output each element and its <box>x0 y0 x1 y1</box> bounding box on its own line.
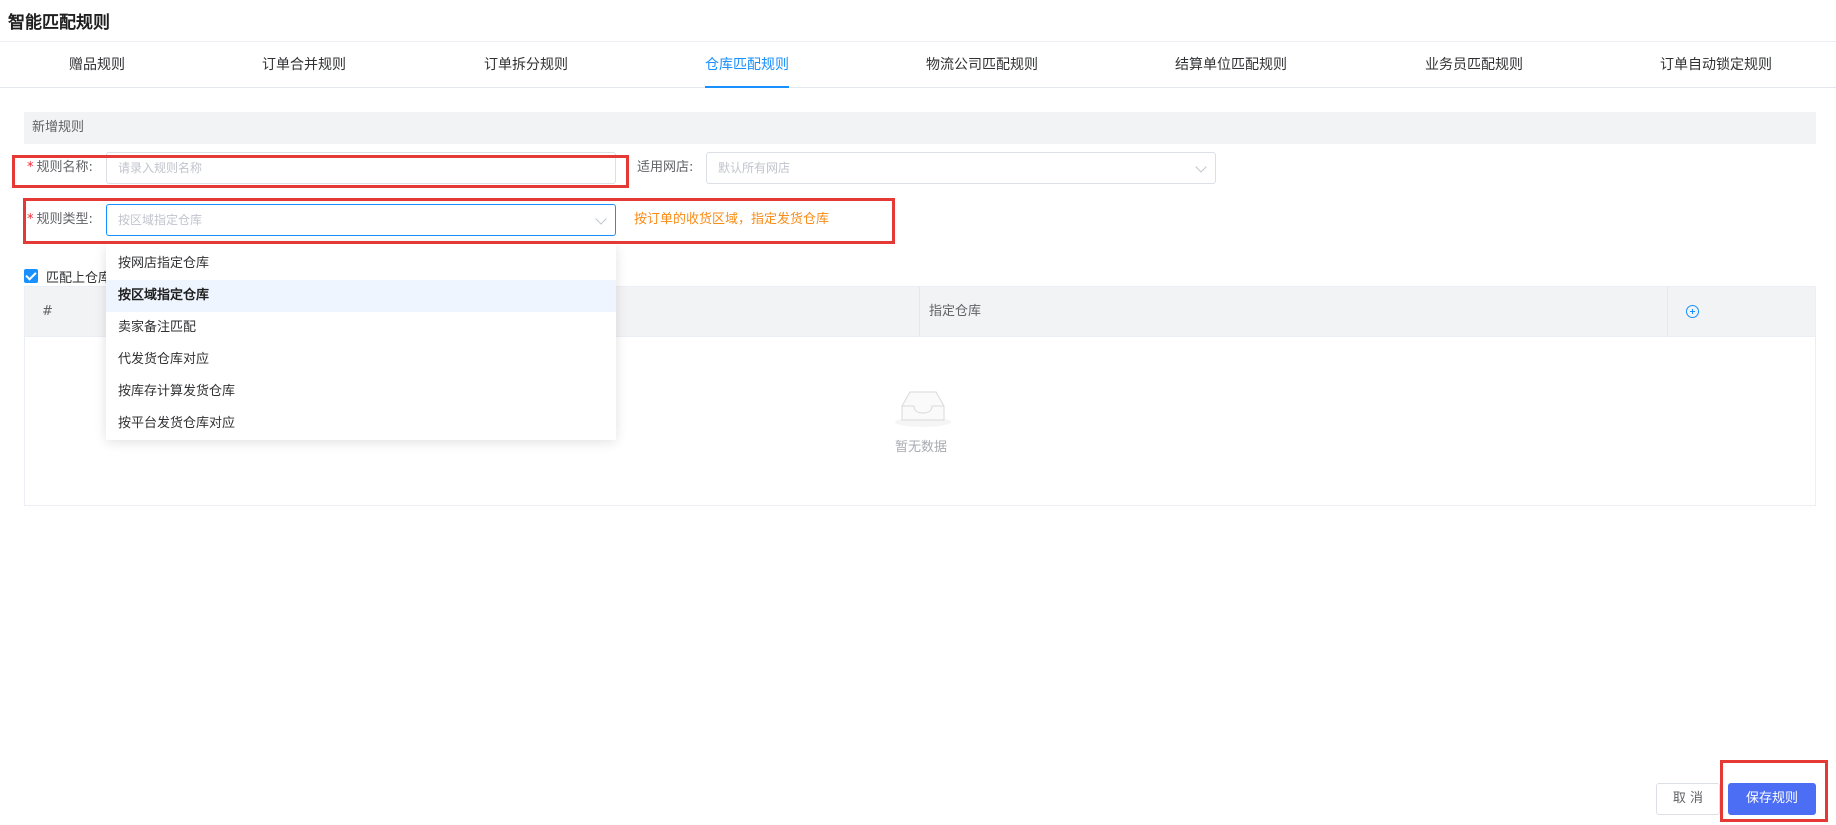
rule-name-input[interactable]: 请录入规则名称 <box>106 152 616 184</box>
rule-type-label: * 规则类型: <box>27 204 93 236</box>
rule-type-hint: 按订单的收货区域，指定发货仓库 <box>634 212 830 227</box>
option-by-region[interactable]: 按区域指定仓库 <box>106 280 616 312</box>
option-by-shop[interactable]: 按网店指定仓库 <box>106 248 616 280</box>
save-rule-button[interactable]: 保存规则 <box>1728 783 1816 815</box>
chevron-down-icon <box>1195 161 1207 173</box>
column-divider <box>919 287 920 337</box>
rule-type-label-text: 规则类型: <box>36 212 93 227</box>
option-by-platform-warehouse[interactable]: 按平台发货仓库对应 <box>106 408 616 440</box>
empty-text: 暂无数据 <box>894 440 947 455</box>
required-mark: * <box>27 160 34 175</box>
check-icon[interactable] <box>24 269 38 283</box>
cancel-button[interactable]: 取 消 <box>1656 783 1720 815</box>
empty-inbox-icon <box>895 391 951 427</box>
tab-order-auto-lock-rules[interactable]: 订单自动锁定规则 <box>1660 42 1772 87</box>
shop-select[interactable]: 默认所有网店 <box>706 152 1216 184</box>
tab-salesperson-match-rules[interactable]: 业务员匹配规则 <box>1425 42 1523 87</box>
tab-logistics-match-rules[interactable]: 物流公司匹配规则 <box>926 42 1038 87</box>
add-circle-icon[interactable] <box>1686 305 1699 318</box>
option-seller-note[interactable]: 卖家备注匹配 <box>106 312 616 344</box>
section-header: 新增规则 <box>24 112 1816 144</box>
smart-match-rules-page: 智能匹配规则 赠品规则 订单合并规则 订单拆分规则 仓库匹配规则 物流公司匹配规… <box>0 0 1836 825</box>
tab-gift-rules[interactable]: 赠品规则 <box>69 42 125 87</box>
rule-name-label: * 规则名称: <box>27 152 93 184</box>
page-title: 智能匹配规则 <box>8 13 110 33</box>
rule-type-select[interactable]: 按区域指定仓库 <box>106 204 616 236</box>
rule-name-label-text: 规则名称: <box>36 160 93 175</box>
match-warehouse-checkbox-row[interactable]: 匹配上仓库 <box>24 266 111 286</box>
shop-label: 适用网店: <box>637 160 694 175</box>
option-by-inventory[interactable]: 按库存计算发货仓库 <box>106 376 616 408</box>
required-mark: * <box>27 212 34 227</box>
tab-order-merge-rules[interactable]: 订单合并规则 <box>262 42 346 87</box>
shop-select-placeholder: 默认所有网店 <box>718 161 791 175</box>
rule-type-select-value: 按区域指定仓库 <box>118 213 203 227</box>
tab-settlement-match-rules[interactable]: 结算单位匹配规则 <box>1175 42 1287 87</box>
rule-tabs: 赠品规则 订单合并规则 订单拆分规则 仓库匹配规则 物流公司匹配规则 结算单位匹… <box>0 42 1836 88</box>
rule-type-dropdown: 按网店指定仓库 按区域指定仓库 卖家备注匹配 代发货仓库对应 按库存计算发货仓库… <box>106 244 616 440</box>
tab-warehouse-match-rules[interactable]: 仓库匹配规则 <box>705 42 789 88</box>
column-warehouse-header: 指定仓库 <box>929 304 982 319</box>
column-index-header: # <box>42 304 53 319</box>
option-dropship-warehouse[interactable]: 代发货仓库对应 <box>106 344 616 376</box>
tab-order-split-rules[interactable]: 订单拆分规则 <box>484 42 568 87</box>
chevron-down-icon <box>595 213 607 225</box>
column-divider <box>1667 287 1668 337</box>
match-warehouse-checkbox-label: 匹配上仓库 <box>46 270 112 286</box>
